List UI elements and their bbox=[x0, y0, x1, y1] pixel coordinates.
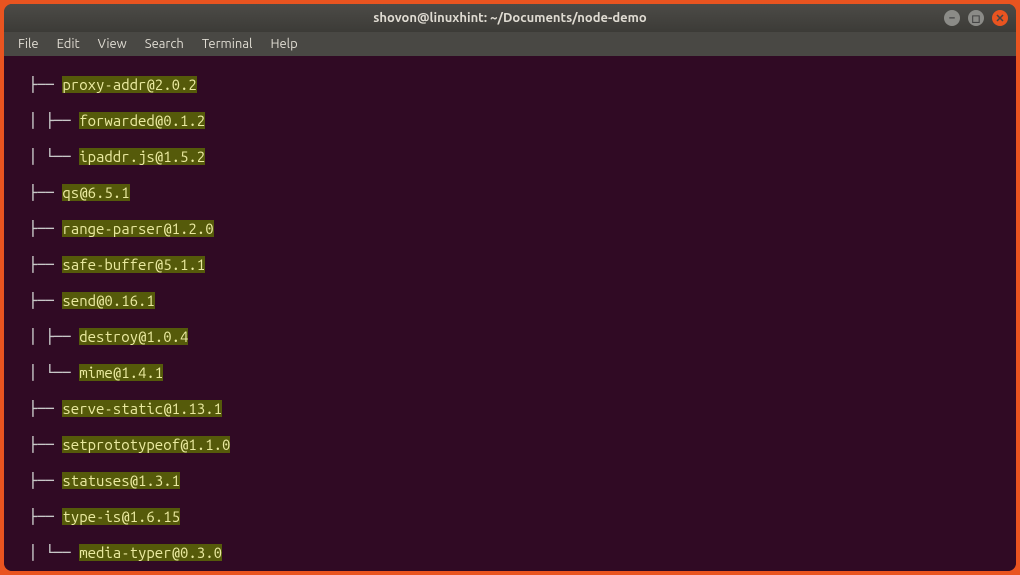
package-name: qs@6.5.1 bbox=[62, 184, 129, 201]
window-title: shovon@linuxhint: ~/Documents/node-demo bbox=[373, 11, 646, 25]
package-name: safe-buffer@5.1.1 bbox=[62, 256, 205, 273]
package-name: send@0.16.1 bbox=[62, 292, 154, 309]
package-name: destroy@1.0.4 bbox=[79, 328, 188, 345]
package-name: type-is@1.6.15 bbox=[62, 508, 180, 525]
package-name: range-parser@1.2.0 bbox=[62, 220, 213, 237]
close-button[interactable]: ✕ bbox=[992, 10, 1008, 26]
menubar: File Edit View Search Terminal Help bbox=[4, 32, 1016, 56]
tree-row: │ └── media-typer@0.3.0 bbox=[12, 544, 1008, 562]
tree-row: │ ├── destroy@1.0.4 bbox=[12, 328, 1008, 346]
menu-file[interactable]: File bbox=[10, 35, 47, 53]
tree-row: │ ├── forwarded@0.1.2 bbox=[12, 112, 1008, 130]
menu-search[interactable]: Search bbox=[137, 35, 192, 53]
tree-row: ├── send@0.16.1 bbox=[12, 292, 1008, 310]
titlebar[interactable]: shovon@linuxhint: ~/Documents/node-demo … bbox=[4, 4, 1016, 32]
tree-row: ├── setprototypeof@1.1.0 bbox=[12, 436, 1008, 454]
tree-row: ├── qs@6.5.1 bbox=[12, 184, 1008, 202]
package-name: forwarded@0.1.2 bbox=[79, 112, 205, 129]
menu-edit[interactable]: Edit bbox=[49, 35, 88, 53]
maximize-button[interactable]: ◻ bbox=[968, 10, 984, 26]
window-controls: – ◻ ✕ bbox=[944, 10, 1008, 26]
tree-row: ├── safe-buffer@5.1.1 bbox=[12, 256, 1008, 274]
minimize-button[interactable]: – bbox=[944, 10, 960, 26]
tree-row: ├── serve-static@1.13.1 bbox=[12, 400, 1008, 418]
tree-row: ├── range-parser@1.2.0 bbox=[12, 220, 1008, 238]
menu-view[interactable]: View bbox=[90, 35, 135, 53]
tree-row: ├── type-is@1.6.15 bbox=[12, 508, 1008, 526]
package-name: mime@1.4.1 bbox=[79, 364, 163, 381]
package-name: statuses@1.3.1 bbox=[62, 472, 180, 489]
tree-row: ├── proxy-addr@2.0.2 bbox=[12, 76, 1008, 94]
package-name: ipaddr.js@1.5.2 bbox=[79, 148, 205, 165]
package-name: media-typer@0.3.0 bbox=[79, 544, 222, 561]
terminal-window: shovon@linuxhint: ~/Documents/node-demo … bbox=[4, 4, 1016, 571]
menu-help[interactable]: Help bbox=[262, 35, 305, 53]
tree-row: │ └── ipaddr.js@1.5.2 bbox=[12, 148, 1008, 166]
package-name: proxy-addr@2.0.2 bbox=[62, 76, 196, 93]
package-name: setprototypeof@1.1.0 bbox=[62, 436, 230, 453]
tree-row: ├── statuses@1.3.1 bbox=[12, 472, 1008, 490]
terminal-body[interactable]: ├── proxy-addr@2.0.2 │ ├── forwarded@0.1… bbox=[4, 56, 1016, 571]
tree-row: │ └── mime@1.4.1 bbox=[12, 364, 1008, 382]
package-name: serve-static@1.13.1 bbox=[62, 400, 222, 417]
menu-terminal[interactable]: Terminal bbox=[194, 35, 261, 53]
